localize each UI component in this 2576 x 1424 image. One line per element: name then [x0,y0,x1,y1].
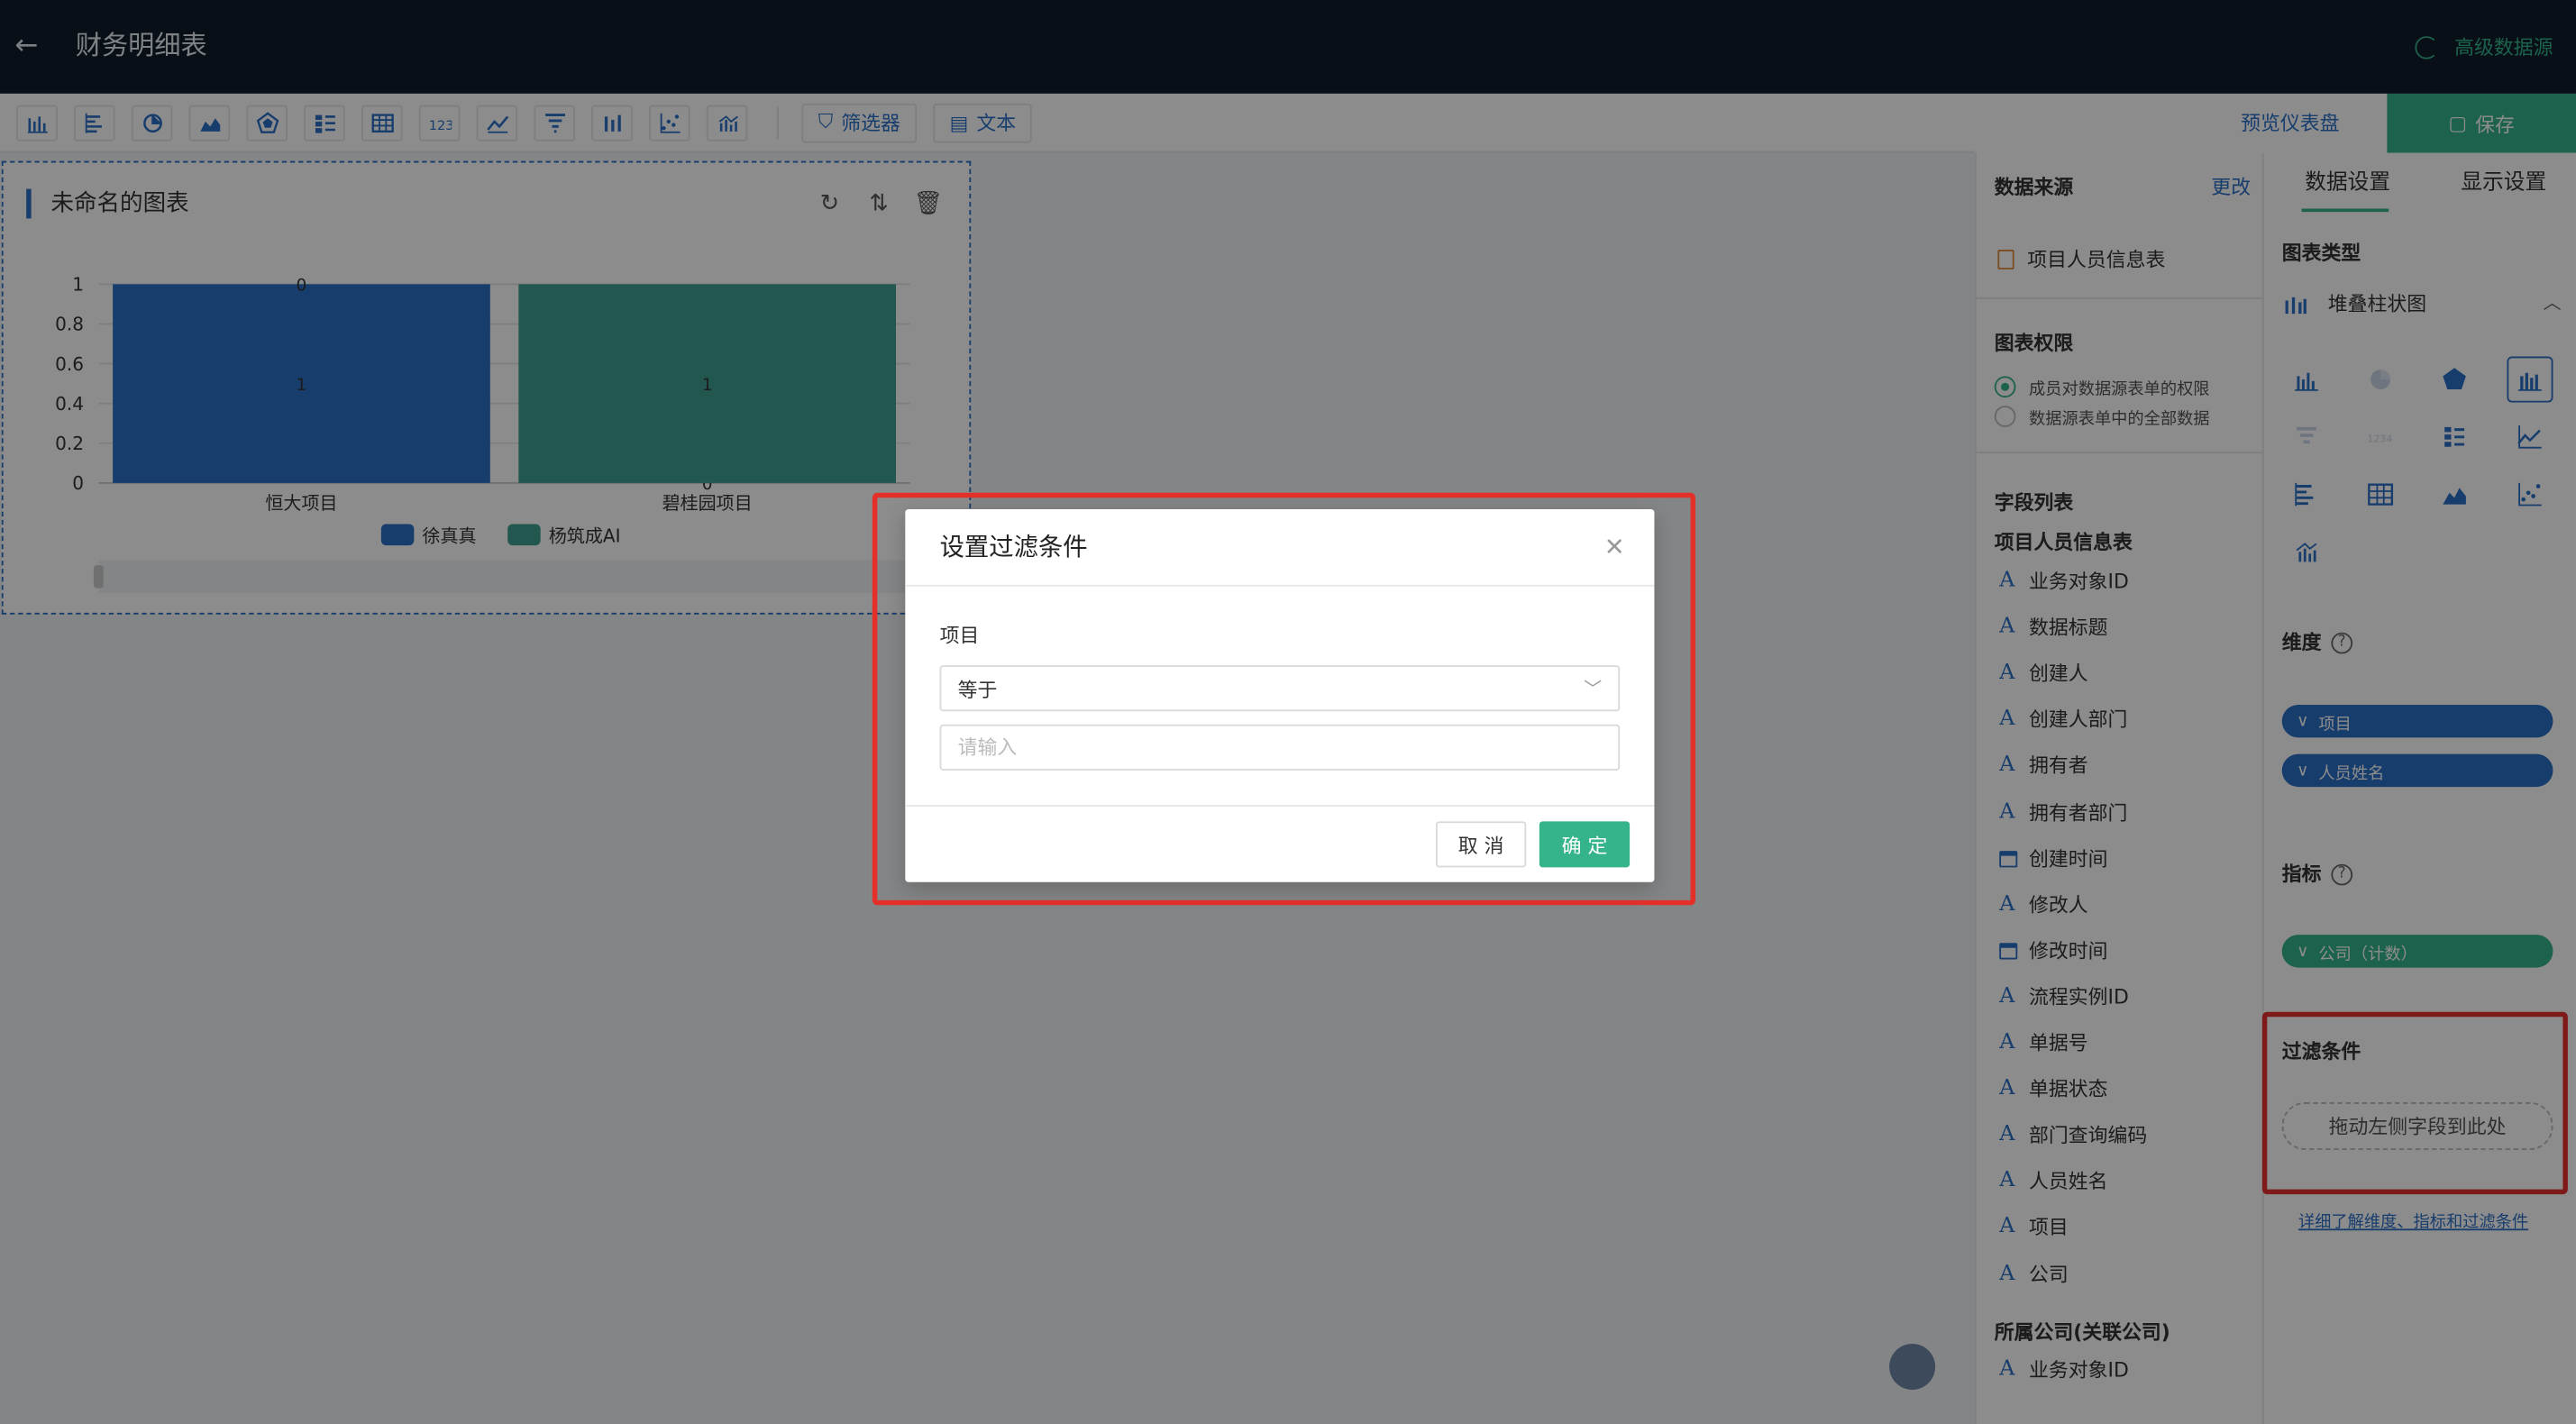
close-icon[interactable]: ✕ [1604,533,1625,562]
operator-select[interactable]: 等于 ﹀ [939,665,1621,712]
chevron-down-icon: ﹀ [1584,678,1603,700]
filter-field-label: 项目 [939,624,980,648]
app-root: ← 财务明细表 高级数据源 123 ⛉ 筛选器 ▤ 文本 预览仪表盘 ▢ 保存 … [0,0,2576,1424]
dialog-footer: 取 消 确 定 [905,805,1655,882]
dialog-header: 设置过滤条件 ✕ [905,509,1655,587]
filter-dialog: 设置过滤条件 ✕ 项目 等于 ﹀ 取 消 确 定 [905,509,1655,882]
dialog-title: 设置过滤条件 [939,532,1088,562]
cancel-button[interactable]: 取 消 [1436,821,1527,868]
filter-value-input[interactable] [939,724,1621,771]
operator-value: 等于 [957,677,998,701]
confirm-button[interactable]: 确 定 [1539,821,1631,868]
